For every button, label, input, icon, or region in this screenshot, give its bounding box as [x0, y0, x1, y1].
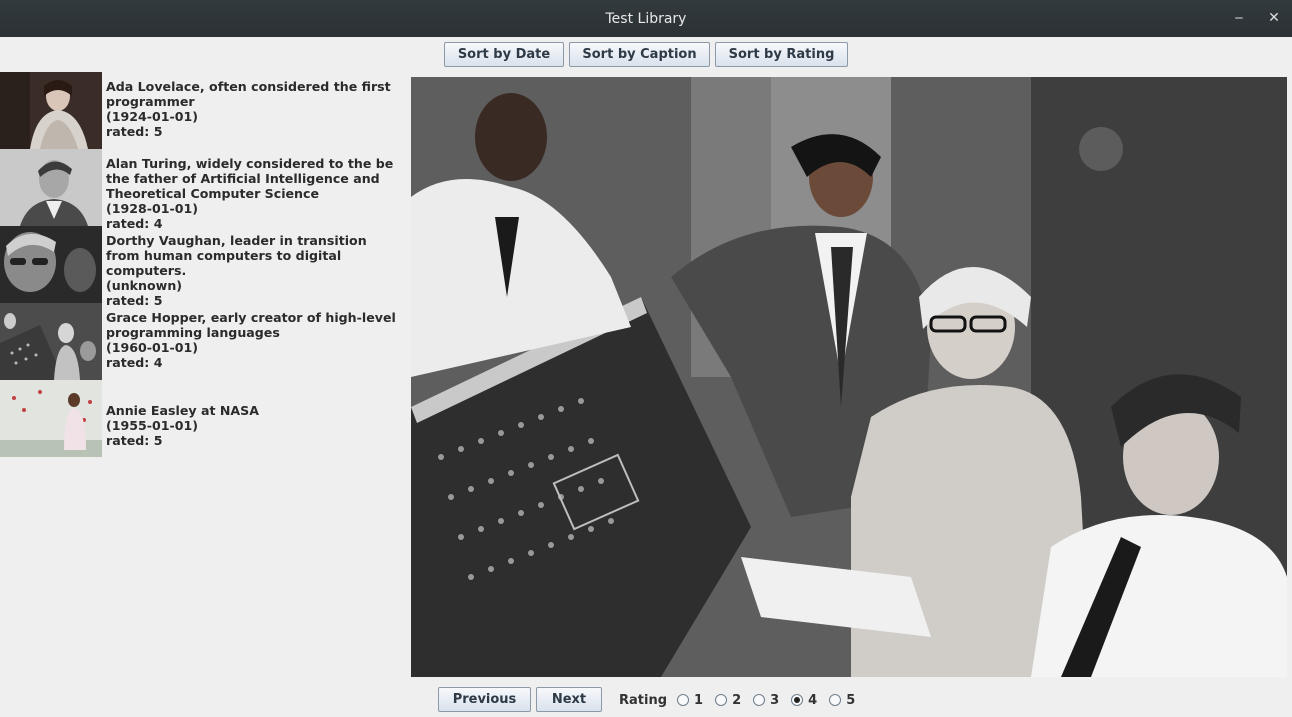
rating-option-label: 3	[770, 692, 780, 708]
list-item[interactable]: Dorthy Vaughan, leader in transition fro…	[0, 226, 408, 308]
thumbnail-image	[0, 303, 102, 380]
item-meta: Grace Hopper, early creator of high-leve…	[102, 303, 402, 380]
sort-by-caption-button[interactable]: Sort by Caption	[569, 42, 710, 67]
list-item[interactable]: Ada Lovelace, often considered the first…	[0, 72, 408, 149]
next-button[interactable]: Next	[536, 687, 602, 712]
rating-radio-2[interactable]: 2	[715, 693, 741, 708]
rating-radio-5[interactable]: 5	[829, 693, 855, 708]
rating-radio-1[interactable]: 1	[677, 693, 703, 708]
item-date: (1924-01-01)	[106, 109, 199, 124]
list-item[interactable]: Alan Turing, widely considered to the be…	[0, 149, 408, 231]
item-meta: Ada Lovelace, often considered the first…	[102, 72, 402, 149]
item-meta: Alan Turing, widely considered to the be…	[102, 149, 402, 231]
item-meta: Annie Easley at NASA (1955-01-01) rated:…	[102, 380, 402, 457]
thumbnail-image	[0, 72, 102, 149]
sort-by-date-button[interactable]: Sort by Date	[444, 42, 564, 67]
photo-list: Ada Lovelace, often considered the first…	[0, 72, 408, 457]
thumbnail-image	[0, 380, 102, 457]
rating-label: Rating	[619, 692, 668, 708]
rating-group: Rating 1 2 3 4 5	[619, 690, 867, 710]
item-date: (1928-01-01)	[106, 201, 199, 216]
item-caption: Annie Easley at NASA	[106, 403, 259, 418]
thumbnail-image	[0, 149, 102, 226]
item-caption: Ada Lovelace, often considered the first…	[106, 79, 391, 109]
item-date: (1955-01-01)	[106, 418, 199, 433]
rating-radio-3[interactable]: 3	[753, 693, 779, 708]
item-rating: rated: 5	[106, 433, 163, 448]
list-item[interactable]: Grace Hopper, early creator of high-leve…	[0, 303, 408, 380]
item-meta: Dorthy Vaughan, leader in transition fro…	[102, 226, 402, 308]
radio-circle-icon	[715, 694, 728, 706]
radio-circle-icon	[677, 694, 690, 706]
radio-circle-icon	[829, 694, 842, 706]
rating-option-label: 5	[846, 692, 856, 708]
item-caption: Grace Hopper, early creator of high-leve…	[106, 310, 396, 340]
item-date: (1960-01-01)	[106, 340, 199, 355]
rating-option-label: 2	[732, 692, 742, 708]
window-title: Test Library	[605, 10, 687, 27]
rating-option-label: 4	[808, 692, 818, 708]
radio-circle-selected-icon	[791, 694, 804, 706]
radio-circle-icon	[753, 694, 766, 706]
close-icon[interactable]: ✕	[1264, 8, 1284, 28]
list-item[interactable]: Annie Easley at NASA (1955-01-01) rated:…	[0, 380, 408, 457]
previous-button[interactable]: Previous	[438, 687, 531, 712]
item-date: (unknown)	[106, 278, 183, 293]
title-bar: Test Library ‒ ✕	[0, 0, 1292, 37]
rating-radio-4[interactable]: 4	[791, 693, 817, 708]
item-rating: rated: 4	[106, 355, 163, 370]
item-rating: rated: 5	[106, 124, 163, 139]
rating-option-label: 1	[694, 692, 704, 708]
sort-by-rating-button[interactable]: Sort by Rating	[715, 42, 848, 67]
item-caption: Alan Turing, widely considered to the be…	[106, 156, 394, 201]
minimize-icon[interactable]: ‒	[1229, 8, 1249, 28]
thumbnail-image	[0, 226, 102, 303]
item-caption: Dorthy Vaughan, leader in transition fro…	[106, 233, 367, 278]
main-photo	[411, 77, 1287, 677]
